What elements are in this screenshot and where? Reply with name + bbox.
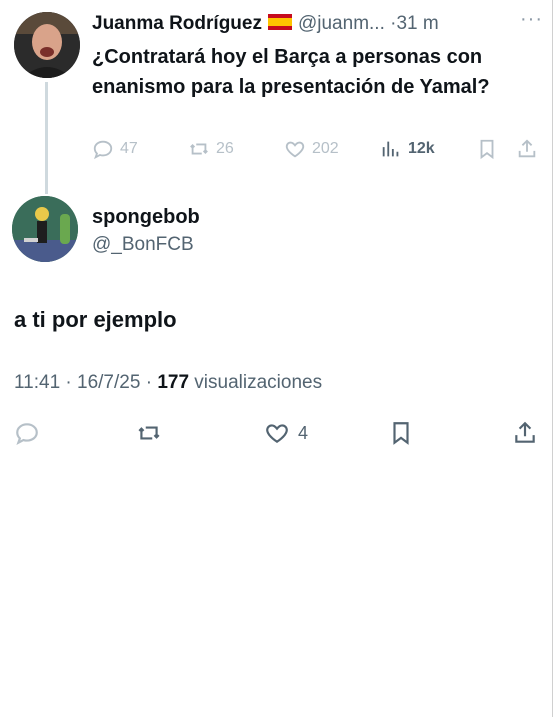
thread-line [45,82,48,194]
retweet-icon [138,426,160,440]
parent-tweet-text: ¿Contratará hoy el Barça a personas con … [92,46,490,98]
views-icon [382,141,399,157]
parent-like-button[interactable]: 202 [284,138,339,160]
reply-like-button[interactable]: 4 [264,420,308,446]
reply-views-count: 177 [157,372,190,393]
bookmark-icon [480,139,494,160]
parent-retweet-button[interactable]: 26 [188,138,234,160]
reply-retweet-button[interactable] [136,420,162,446]
parent-avatar[interactable] [14,12,80,78]
views-count: 12k [408,140,435,157]
like-count: 202 [312,140,339,157]
like-icon [266,424,288,443]
parent-time[interactable]: 31 m [396,13,438,34]
parent-reply-button[interactable]: 47 [92,138,138,160]
parent-header: Juanma Rodríguez @juanm... ·31 m [92,12,439,36]
reply-count: 47 [120,140,138,157]
reply-like-count: 4 [298,422,309,443]
reply-bookmark-button[interactable] [388,420,414,446]
reply-action-bar: 4 [0,420,556,450]
bookmark-icon [393,422,409,445]
more-options-icon[interactable]: ··· [520,8,543,31]
reply-metadata: 11:41 · 16/7/25 · 177 visualizaciones [14,372,322,394]
parent-author-name[interactable]: Juanma Rodríguez [92,13,262,34]
reply-icon [93,140,113,160]
parent-tweet[interactable]: Juanma Rodríguez @juanm... ·31 m ··· ¿Con… [0,0,556,194]
parent-views-button[interactable]: 12k [380,138,435,160]
like-icon [285,141,305,158]
retweet-count: 26 [216,140,234,157]
reply-avatar[interactable] [12,196,78,262]
reply-share-button[interactable] [512,420,538,446]
reply-views-label: visualizaciones [189,372,323,393]
parent-action-bar: 47 26 202 12k [92,138,542,162]
parent-bookmark-button[interactable] [476,138,498,160]
reply-icon [16,423,38,446]
reply-timestamp[interactable]: 11:41 · 16/7/25 · [14,372,157,393]
parent-share-button[interactable] [516,138,538,160]
share-icon [518,139,536,158]
reply-handle[interactable]: @_BonFCB [92,234,194,256]
parent-handle[interactable]: @juanm... [298,13,385,34]
reply-tweet-text: a ti por ejemplo [14,307,177,332]
retweet-icon [190,143,208,155]
share-icon [515,421,535,443]
spain-flag-icon [267,14,292,30]
reply-author-name[interactable]: spongebob [92,206,200,229]
reply-reply-button[interactable] [14,420,40,446]
